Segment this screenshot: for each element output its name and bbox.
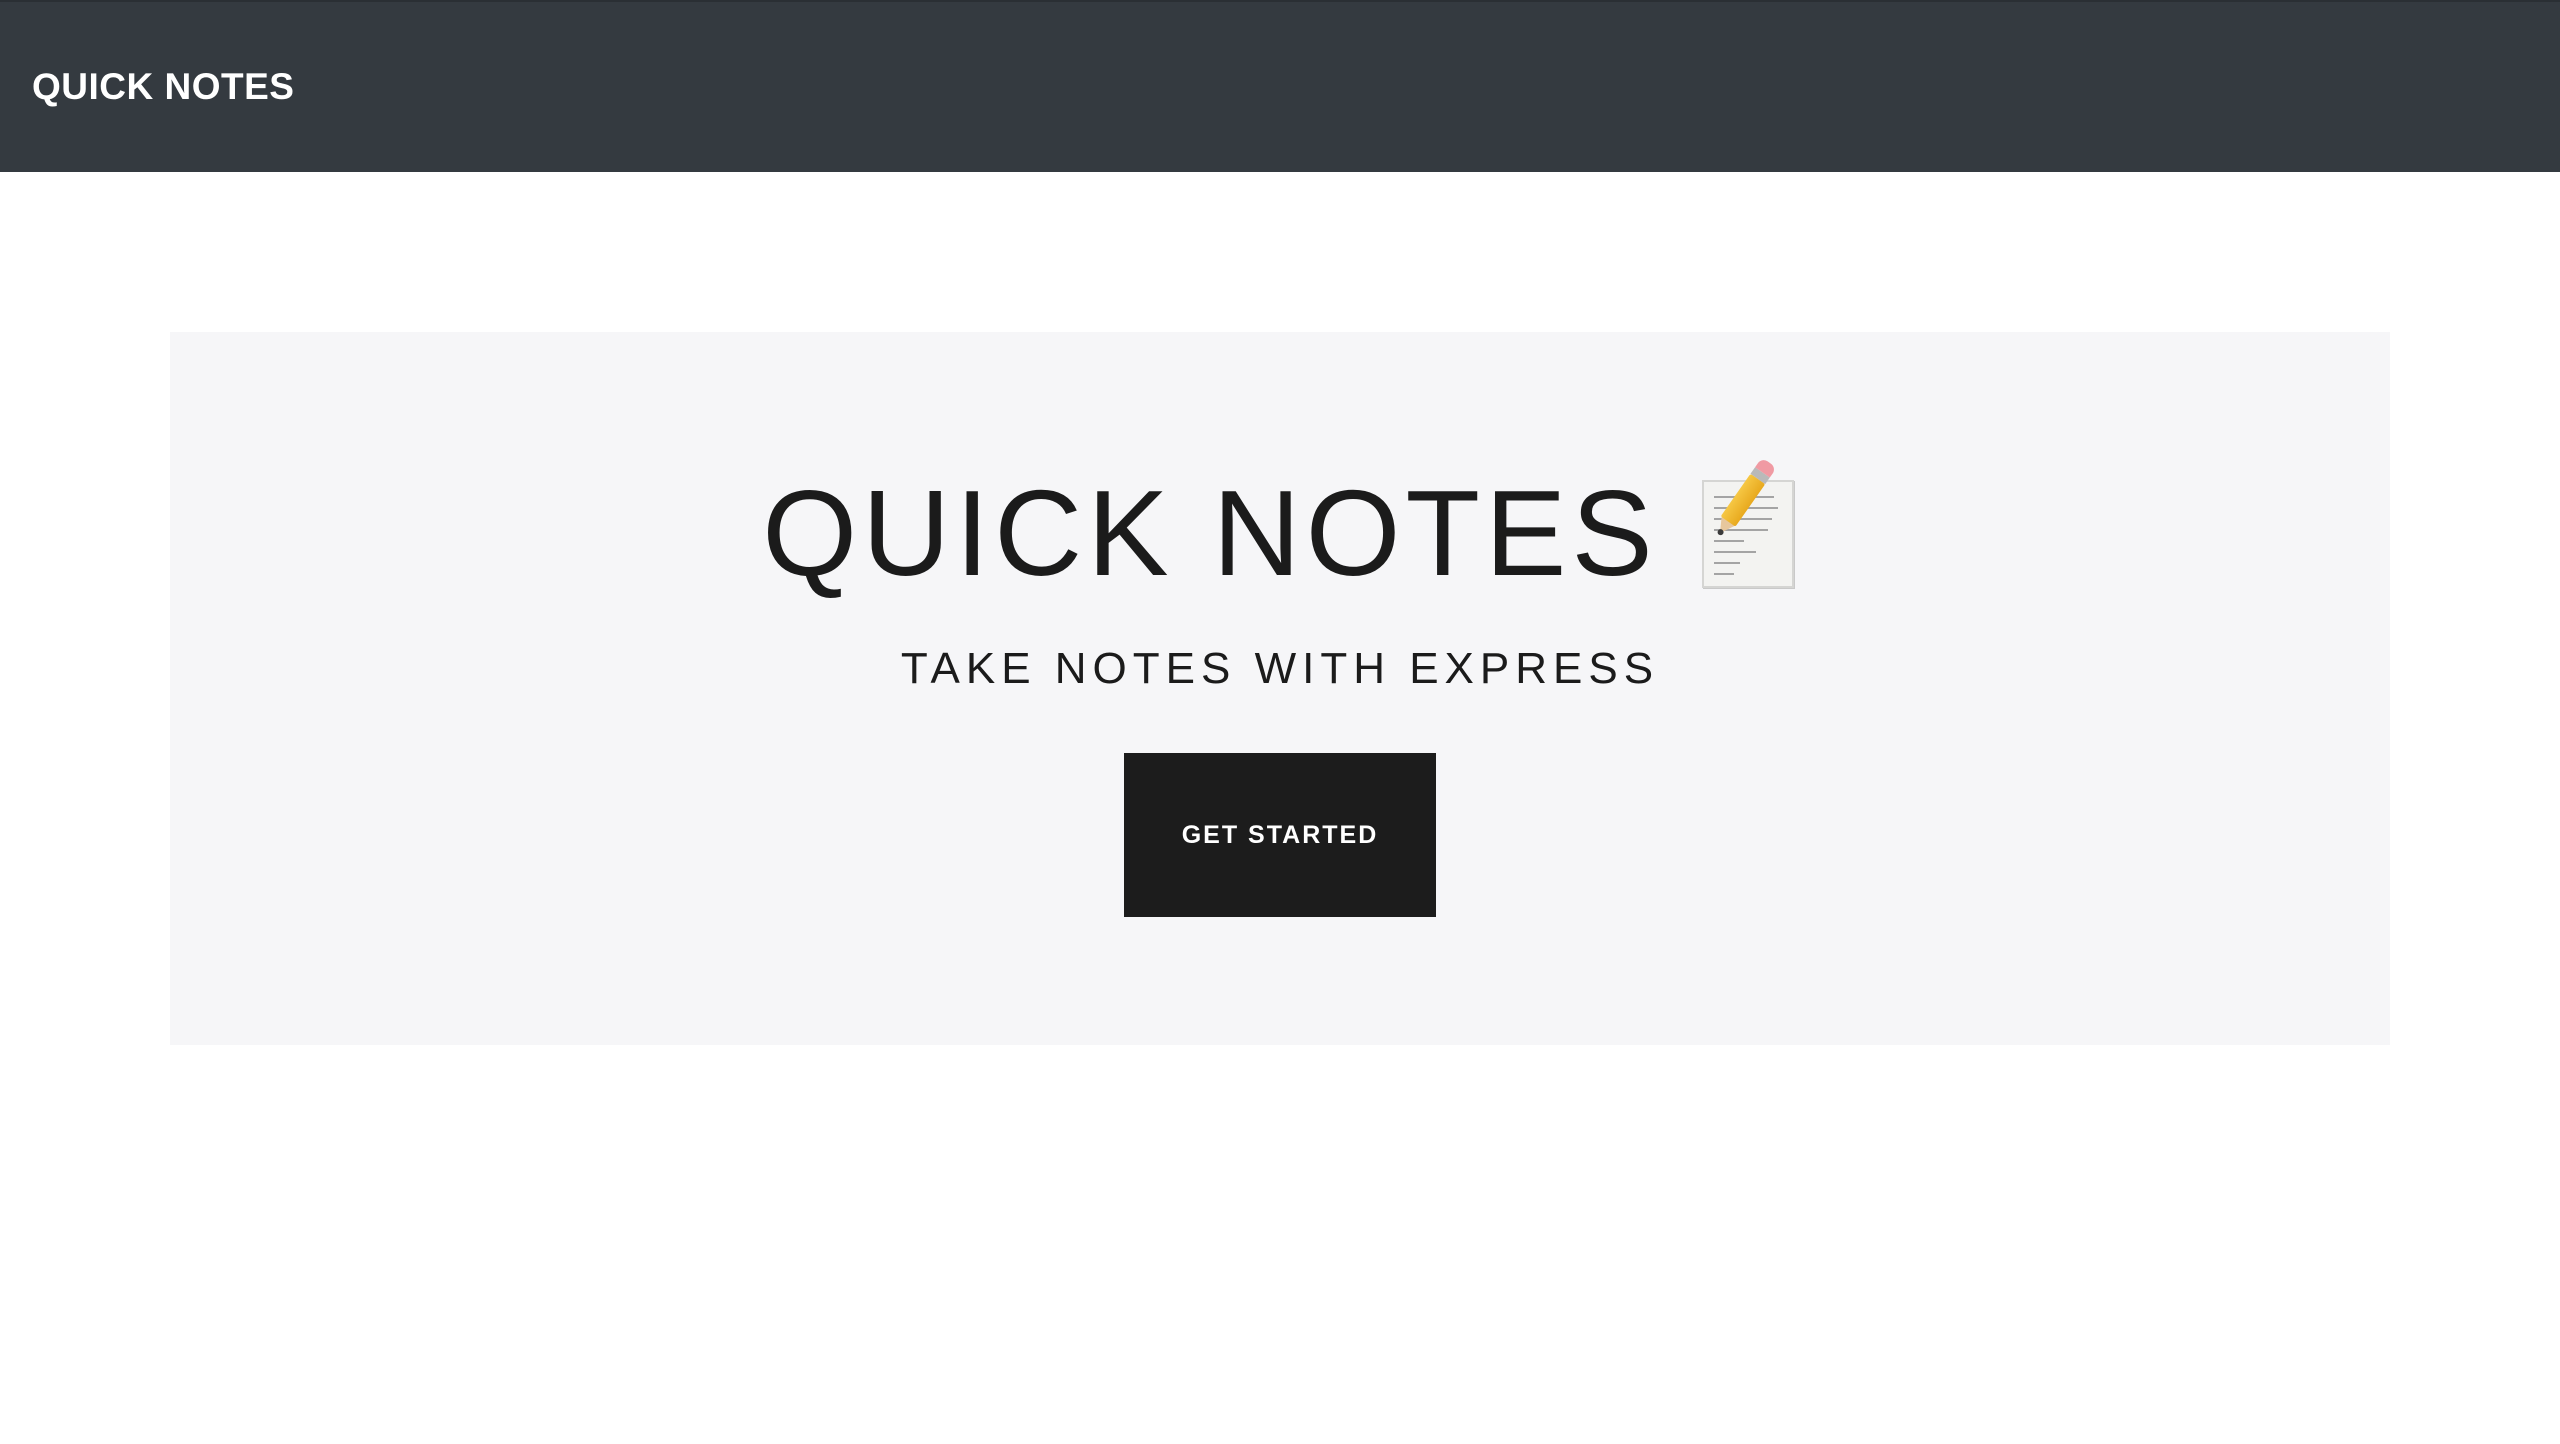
memo-line xyxy=(1713,562,1740,564)
navbar-brand-link[interactable]: QUICK NOTES xyxy=(32,60,294,114)
memo-line xyxy=(1713,551,1756,553)
memo-line xyxy=(1713,573,1734,575)
hero-title-row: QUICK NOTES xyxy=(170,457,2390,608)
hero-subtitle: TAKE NOTES WITH EXPRESS xyxy=(900,644,1660,693)
memo-line xyxy=(1713,540,1744,542)
memo-pencil-icon xyxy=(1701,457,1798,590)
page-title: QUICK NOTES xyxy=(762,465,1658,601)
hero-panel: QUICK NOTES TAKE NOTES WITH EXPRESS GET … xyxy=(170,332,2390,1045)
get-started-button[interactable]: GET STARTED xyxy=(1124,753,1436,917)
top-navbar: QUICK NOTES xyxy=(0,0,2560,172)
